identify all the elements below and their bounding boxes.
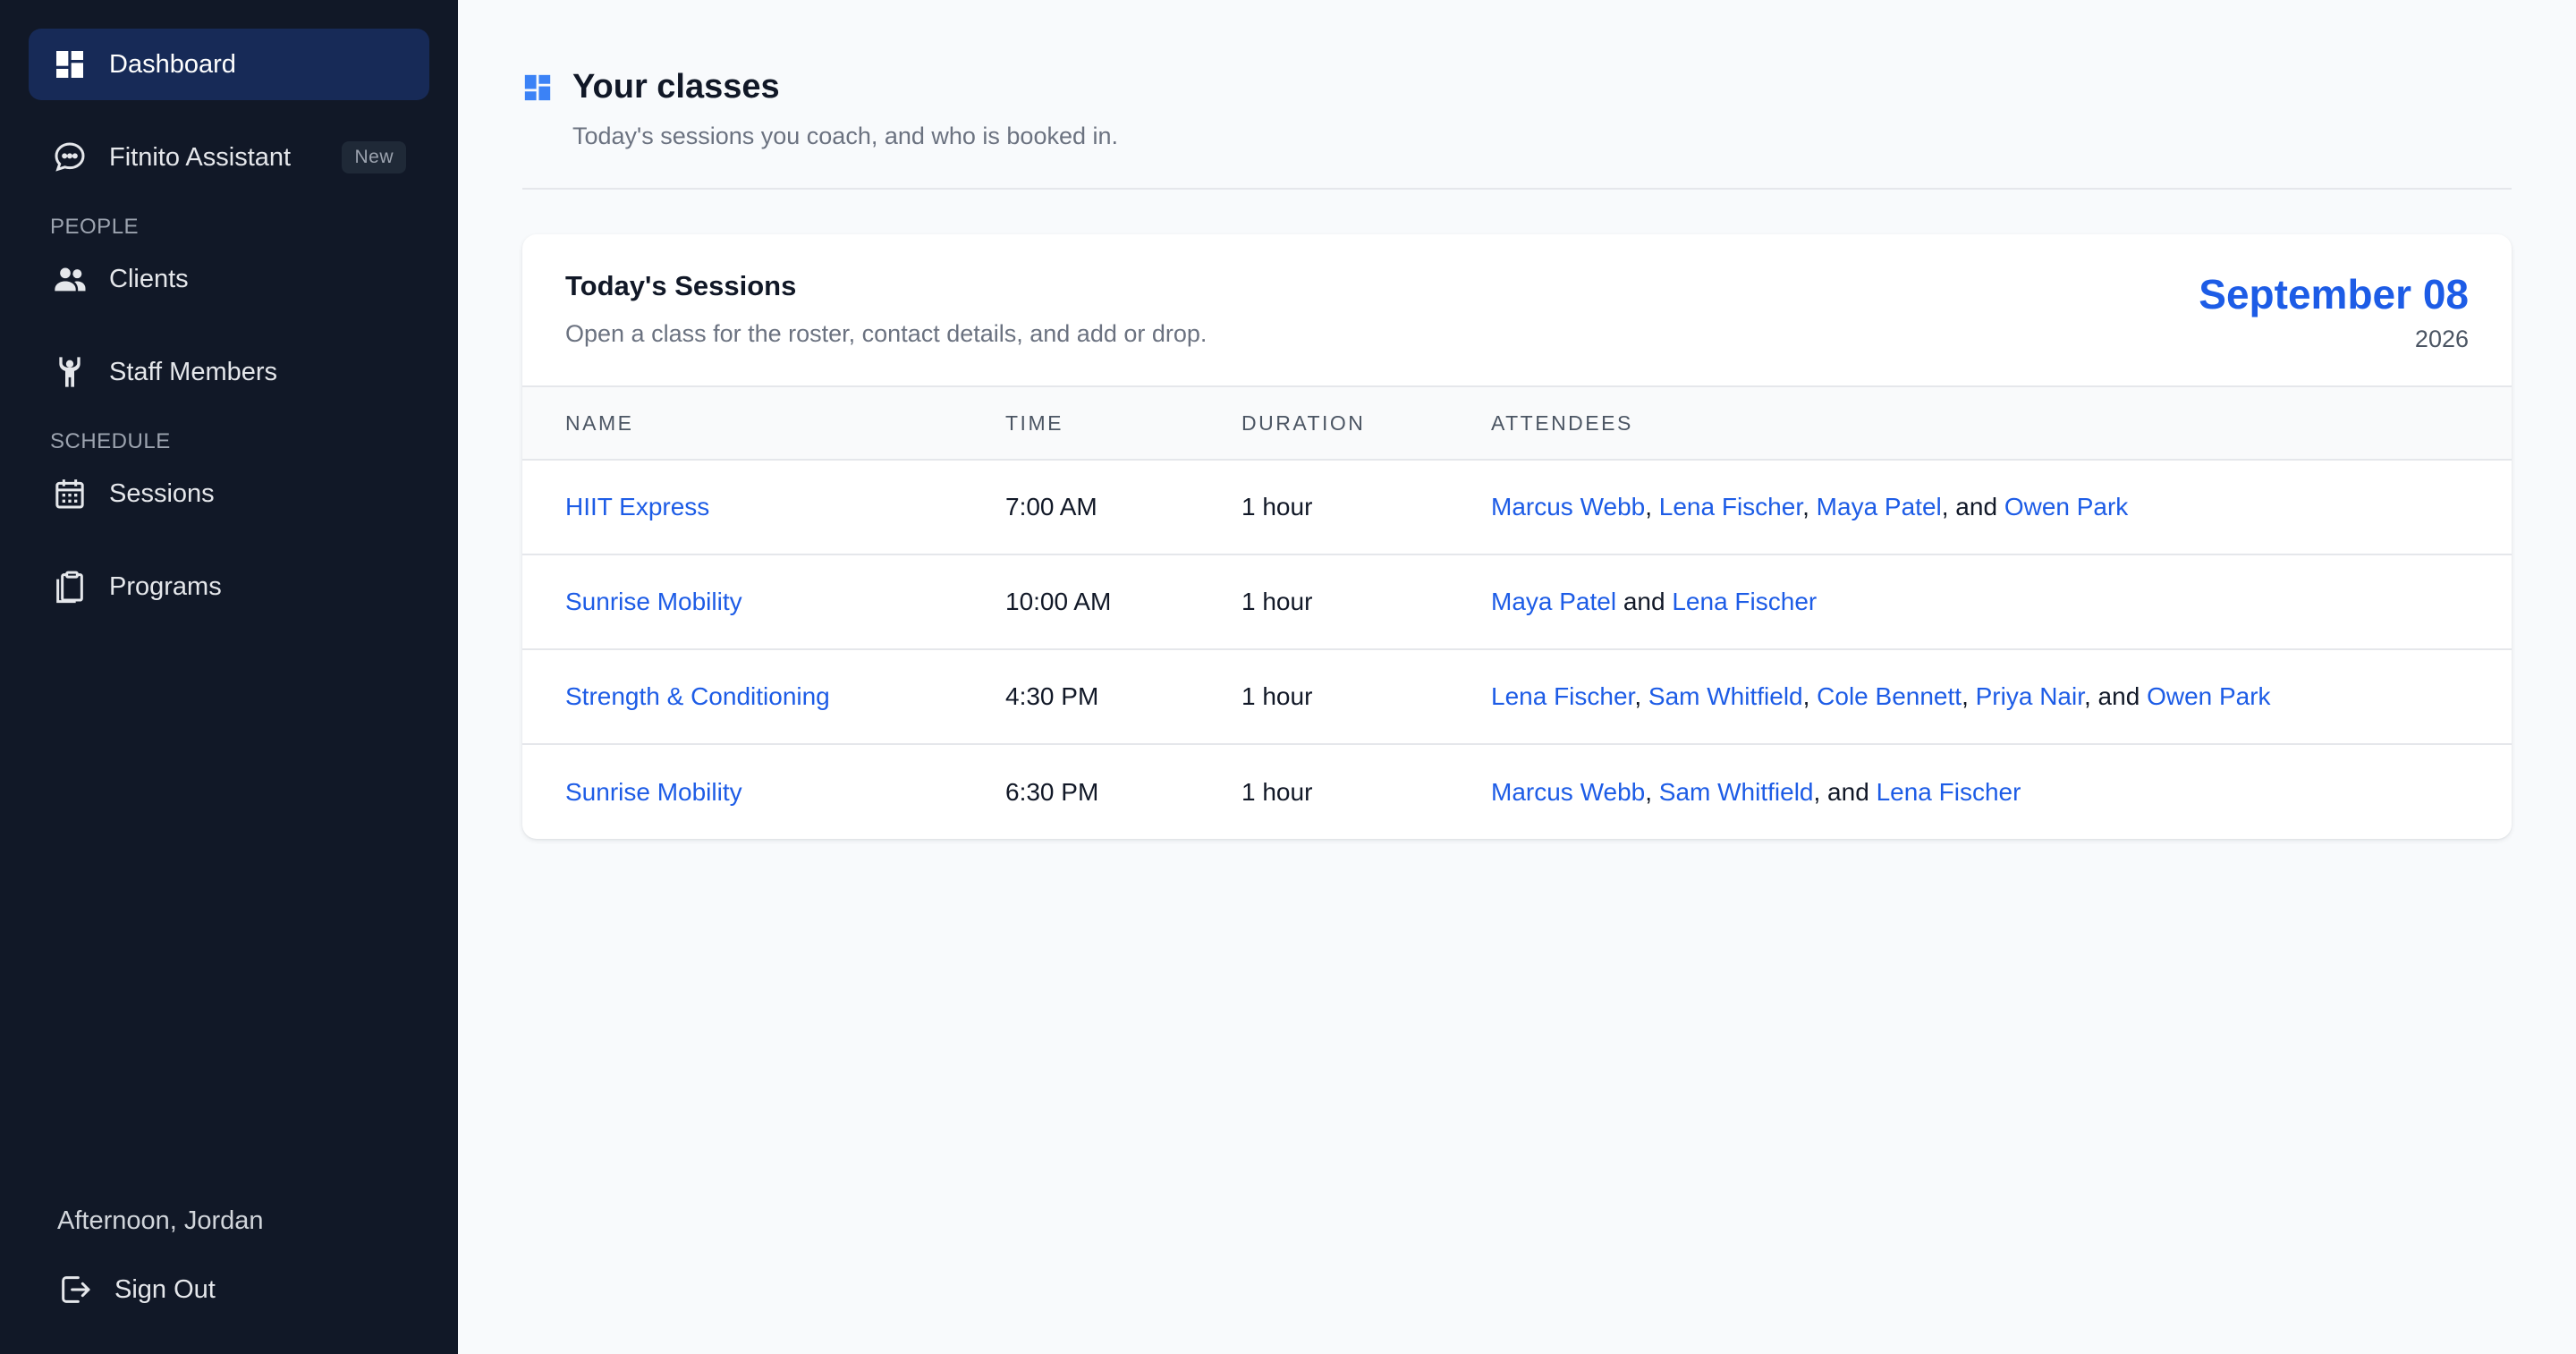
attendee-link[interactable]: Lena Fischer: [1672, 588, 1817, 615]
sessions-card: Today's Sessions Open a class for the ro…: [522, 234, 2512, 839]
attendee-link[interactable]: Cole Bennett: [1817, 682, 1962, 710]
users-icon: [52, 261, 88, 297]
sign-out-label: Sign Out: [114, 1274, 216, 1304]
session-name-link[interactable]: Sunrise Mobility: [565, 778, 742, 806]
dashboard-icon: [524, 74, 551, 100]
session-name-link[interactable]: Strength & Conditioning: [565, 682, 830, 710]
section-label-people: PEOPLE: [50, 215, 140, 239]
session-attendees: Maya Patel and Lena Fischer: [1491, 554, 2512, 649]
session-time: 4:30 PM: [1005, 682, 1099, 710]
chat-bubble-icon: [52, 140, 88, 175]
attendee-link[interactable]: Priya Nair: [1976, 682, 2084, 710]
session-duration: 1 hour: [1241, 588, 1313, 615]
attendee-link[interactable]: Lena Fischer: [1491, 682, 1634, 710]
attendee-link[interactable]: Lena Fischer: [1659, 493, 1802, 520]
session-name-cell: Strength & Conditioning: [522, 649, 1005, 744]
session-time: 6:30 PM: [1005, 777, 1099, 806]
section-label-schedule: SCHEDULE: [50, 429, 171, 453]
session-name-cell: HIIT Express: [522, 460, 1005, 554]
attendee-link[interactable]: Marcus Webb: [1491, 778, 1645, 806]
table-row: Sunrise Mobility 6:30 PM 1 hour Marcus Webb…: [522, 744, 2512, 839]
session-name-link[interactable]: Sunrise Mobility: [565, 588, 742, 615]
column-header-duration: DURATION: [1241, 410, 1366, 435]
session-duration: 1 hour: [1241, 682, 1313, 710]
attendee-separator: , and: [1941, 493, 2004, 520]
date-year: 2026: [2414, 326, 2469, 352]
attendee-separator: ,: [1802, 682, 1818, 710]
attendee-separator: and: [1616, 588, 1673, 615]
attendee-separator: ,: [1645, 777, 1659, 806]
attendee-link[interactable]: Marcus Webb: [1491, 493, 1645, 520]
card-title: Today's Sessions: [565, 270, 797, 301]
date-month-day: September 08: [2199, 271, 2469, 317]
session-time: 7:00 AM: [1005, 493, 1097, 520]
attendee-separator: ,: [1802, 493, 1817, 520]
session-duration: 1 hour: [1241, 493, 1313, 520]
sessions-table: NAME TIME DURATION ATTENDEES HIIT Expres…: [522, 385, 2512, 839]
column-header-time: TIME: [1005, 410, 1063, 435]
attendee-separator: , and: [1813, 777, 1877, 806]
clipboard-icon: [52, 569, 88, 605]
attendee-link[interactable]: Maya Patel: [1491, 588, 1616, 615]
new-badge: New: [342, 141, 406, 173]
table-row: Sunrise Mobility 10:00 AM 1 hour Maya Patel…: [522, 554, 2512, 649]
attendee-link[interactable]: Lena Fischer: [1877, 778, 2021, 806]
session-attendees: Marcus Webb, Lena Fischer, Maya Patel, a…: [1491, 460, 2512, 554]
nav-clients-label: Clients: [109, 264, 189, 293]
attendee-link[interactable]: Sam Whitfield: [1648, 682, 1803, 710]
table-row: Strength & Conditioning 4:30 PM 1 hour Lena…: [522, 649, 2512, 744]
session-name-cell: Sunrise Mobility: [522, 744, 1005, 839]
nav-programs[interactable]: Programs: [29, 551, 429, 622]
nav-staff-members[interactable]: Staff Members: [29, 336, 429, 408]
table-header-row: NAME TIME DURATION ATTENDEES: [522, 386, 2512, 460]
dashboard-icon: [52, 47, 88, 82]
nav-sessions-label: Sessions: [109, 478, 215, 508]
page-title: Your classes: [572, 68, 780, 106]
session-duration: 1 hour: [1241, 777, 1313, 806]
session-attendees: Lena Fischer, Sam Whitfield, Cole Bennet…: [1491, 649, 2512, 744]
nav-fitnito-assistant-label: Fitnito Assistant: [109, 142, 292, 172]
page-header: Your classes Today's sessions you coach,…: [522, 0, 2512, 190]
nav-clients[interactable]: Clients: [29, 243, 429, 315]
session-name-cell: Sunrise Mobility: [522, 554, 1005, 649]
sidebar-footer: Afternoon, Jordan Sign Out: [29, 1206, 429, 1318]
attendee-link[interactable]: Owen Park: [2147, 682, 2271, 710]
sessions-table-body: HIIT Express 7:00 AM 1 hour Marcus Webb, Le…: [522, 460, 2512, 839]
nav-programs-label: Programs: [109, 571, 222, 601]
person-arms-up-icon: [52, 354, 88, 390]
nav-dashboard-label: Dashboard: [109, 49, 236, 79]
user-greeting: Afternoon, Jordan: [57, 1206, 264, 1235]
page-subtitle: Today's sessions you coach, and who is b…: [572, 123, 1119, 149]
sign-out-button[interactable]: Sign Out: [29, 1261, 429, 1318]
nav-staff-members-label: Staff Members: [109, 357, 278, 386]
calendar-icon: [52, 476, 88, 512]
column-header-attendees: ATTENDEES: [1491, 410, 1633, 435]
session-name-link[interactable]: HIIT Express: [565, 493, 709, 520]
attendee-link[interactable]: Sam Whitfield: [1659, 778, 1814, 806]
session-time: 10:00 AM: [1005, 588, 1112, 615]
card-subtitle: Open a class for the roster, contact det…: [565, 320, 1208, 347]
attendee-separator: ,: [1645, 493, 1659, 520]
nav-dashboard[interactable]: Dashboard: [29, 29, 429, 100]
sign-out-icon: [57, 1272, 93, 1307]
main-content: Your classes Today's sessions you coach,…: [458, 0, 2576, 1354]
attendee-separator: ,: [1634, 682, 1648, 710]
session-attendees: Marcus Webb, Sam Whitfield, and Lena Fis…: [1491, 744, 2512, 839]
table-row: HIIT Express 7:00 AM 1 hour Marcus Webb, Le…: [522, 460, 2512, 554]
date-display: September 08 2026: [2199, 270, 2469, 353]
column-header-name: NAME: [565, 410, 634, 435]
attendee-link[interactable]: Maya Patel: [1817, 493, 1942, 520]
nav-fitnito-assistant[interactable]: Fitnito Assistant New: [29, 122, 429, 193]
sidebar: Dashboard Fitnito Assistant New PEOPLE C…: [0, 0, 458, 1354]
attendee-link[interactable]: Owen Park: [2004, 493, 2129, 520]
nav-sessions[interactable]: Sessions: [29, 458, 429, 529]
attendee-separator: ,: [1962, 682, 1976, 710]
attendee-separator: , and: [2084, 682, 2148, 710]
